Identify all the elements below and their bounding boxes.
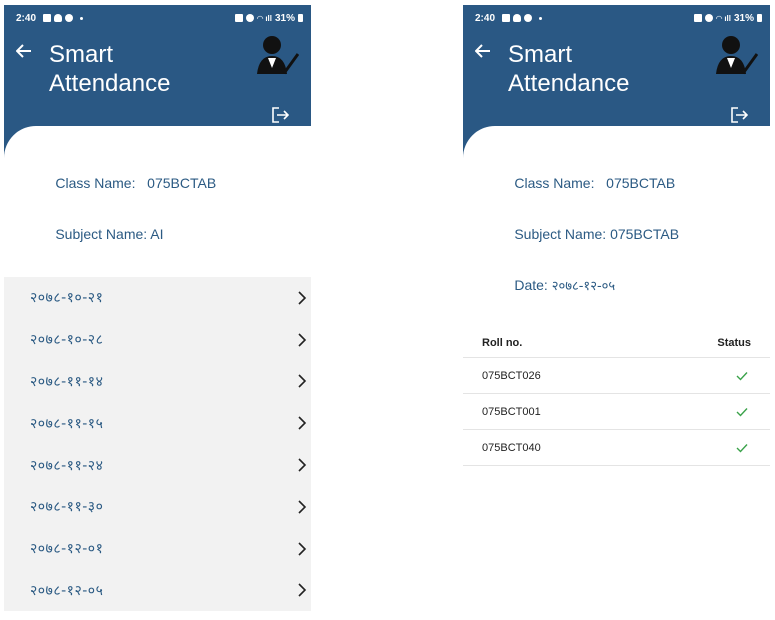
table-header: Roll no. Status <box>463 329 770 358</box>
battery-icon <box>757 14 762 22</box>
date-list-item[interactable]: २०७८-१२-०१ <box>4 528 311 570</box>
gallery-icon <box>43 14 52 22</box>
chevron-right-icon <box>298 291 307 305</box>
more-notifications-icon <box>80 16 84 20</box>
date-list: २०७८-१०-२१ २०७८-१०-२८ २०७८-११-१४ २०७८-११… <box>4 277 311 612</box>
date-text: २०७८-१०-२८ <box>30 332 104 349</box>
chevron-right-icon <box>298 500 307 514</box>
date-text: २०७८-११-२४ <box>30 457 104 474</box>
app-bar: Smart Attendance <box>4 31 311 126</box>
table-row: 075BCT026 <box>463 358 770 394</box>
alarm-battery-icon <box>693 14 702 22</box>
class-name-row: Class Name: 075BCTAB <box>491 158 770 209</box>
attendance-table: Roll no. Status 075BCT026 075BCT001 075B… <box>463 329 770 466</box>
wifi-signal-icon: ◠ ıll <box>256 13 272 23</box>
chevron-right-icon <box>298 583 307 598</box>
date-list-item[interactable]: २०७८-११-१४ <box>4 361 311 403</box>
class-name-row: Class Name: 075BCTAB <box>32 158 311 209</box>
back-arrow-icon[interactable] <box>15 43 32 61</box>
table-row: 075BCT001 <box>463 394 770 430</box>
date-text: २०७८-१०-२१ <box>30 290 104 307</box>
logout-icon[interactable] <box>271 107 290 123</box>
column-header-roll: Roll no. <box>482 337 523 349</box>
back-arrow-icon[interactable] <box>474 43 491 61</box>
date-list-item[interactable]: २०७८-१२-०५ <box>4 570 311 612</box>
status-bar: 2:40 ◠ ıll 31% <box>463 5 770 31</box>
subject-name-label: Subject Name: <box>514 226 607 242</box>
battery-level: 31% <box>733 12 754 24</box>
date-list-item[interactable]: २०७८-११-२४ <box>4 444 311 486</box>
check-icon <box>736 443 748 453</box>
alarm-battery-icon <box>234 14 243 22</box>
phone-screen-class-dates: 2:40 ◠ ıll 31% Smart Attendance Class Na… <box>4 5 311 612</box>
status-time: 2:40 <box>16 12 37 24</box>
date-value: २०७८-१२-०५ <box>551 279 616 294</box>
class-info: Class Name: 075BCTAB Subject Name: AI <box>4 158 311 260</box>
chevron-right-icon <box>298 333 307 347</box>
check-icon <box>736 407 748 417</box>
subject-name-row: Subject Name: AI <box>32 209 311 260</box>
messenger-icon <box>524 14 533 22</box>
app-title: Smart Attendance <box>508 41 630 97</box>
gallery-icon <box>502 14 511 22</box>
subject-name-label: Subject Name: <box>55 226 148 242</box>
subject-name-row: Subject Name: 075BCTAB <box>491 209 770 260</box>
snapchat-icon <box>513 14 522 22</box>
chevron-right-icon <box>298 458 307 472</box>
messenger-icon <box>65 14 74 22</box>
check-icon <box>736 371 748 381</box>
battery-level: 31% <box>274 12 295 24</box>
snapchat-icon <box>54 14 63 22</box>
date-text: २०७८-१२-०१ <box>30 541 104 558</box>
wifi-signal-icon: ◠ ıll <box>715 13 731 23</box>
chevron-right-icon <box>298 416 307 430</box>
date-list-item[interactable]: २०७८-१०-२८ <box>4 319 311 361</box>
more-notifications-icon <box>539 16 543 20</box>
header-curve <box>463 126 770 158</box>
app-title: Smart Attendance <box>49 41 171 97</box>
date-text: २०७८-१२-०५ <box>30 582 104 599</box>
subject-name-value: AI <box>150 226 164 242</box>
date-text: २०७८-११-१४ <box>30 373 104 390</box>
class-name-label: Class Name: <box>55 175 136 191</box>
class-name-label: Class Name: <box>514 175 595 191</box>
battery-icon <box>298 14 303 22</box>
roll-number: 075BCT026 <box>482 369 541 382</box>
teacher-user-icon <box>255 34 300 76</box>
date-list-item[interactable]: २०७८-११-३० <box>4 486 311 528</box>
date-list-item[interactable]: २०७८-१०-२१ <box>4 277 311 319</box>
chevron-right-icon <box>298 374 307 389</box>
chevron-right-icon <box>298 542 307 556</box>
class-info: Class Name: 075BCTAB Subject Name: 075BC… <box>463 158 770 312</box>
teacher-user-icon <box>714 34 759 76</box>
alarm-icon <box>704 14 713 22</box>
status-time: 2:40 <box>475 12 496 24</box>
status-bar: 2:40 ◠ ıll 31% <box>4 5 311 31</box>
date-list-item[interactable]: २०७८-११-१५ <box>4 402 311 444</box>
column-header-status: Status <box>717 337 751 349</box>
date-row: Date: २०७८-१२-०५ <box>491 260 770 312</box>
class-name-value: 075BCTAB <box>147 175 217 191</box>
logout-icon[interactable] <box>730 107 749 123</box>
table-row: 075BCT040 <box>463 430 770 466</box>
roll-number: 075BCT001 <box>482 405 541 418</box>
app-bar: Smart Attendance <box>463 31 770 126</box>
phone-screen-attendance-detail: 2:40 ◠ ıll 31% Smart Attendance Class Na… <box>463 5 770 466</box>
roll-number: 075BCT040 <box>482 441 541 454</box>
subject-name-value: 075BCTAB <box>610 226 680 242</box>
date-text: २०७८-११-१५ <box>30 415 104 432</box>
class-name-value: 075BCTAB <box>606 175 676 191</box>
alarm-icon <box>245 14 254 22</box>
date-label: Date: <box>514 277 548 293</box>
date-text: २०७८-११-३० <box>30 499 104 516</box>
header-curve <box>4 126 311 158</box>
